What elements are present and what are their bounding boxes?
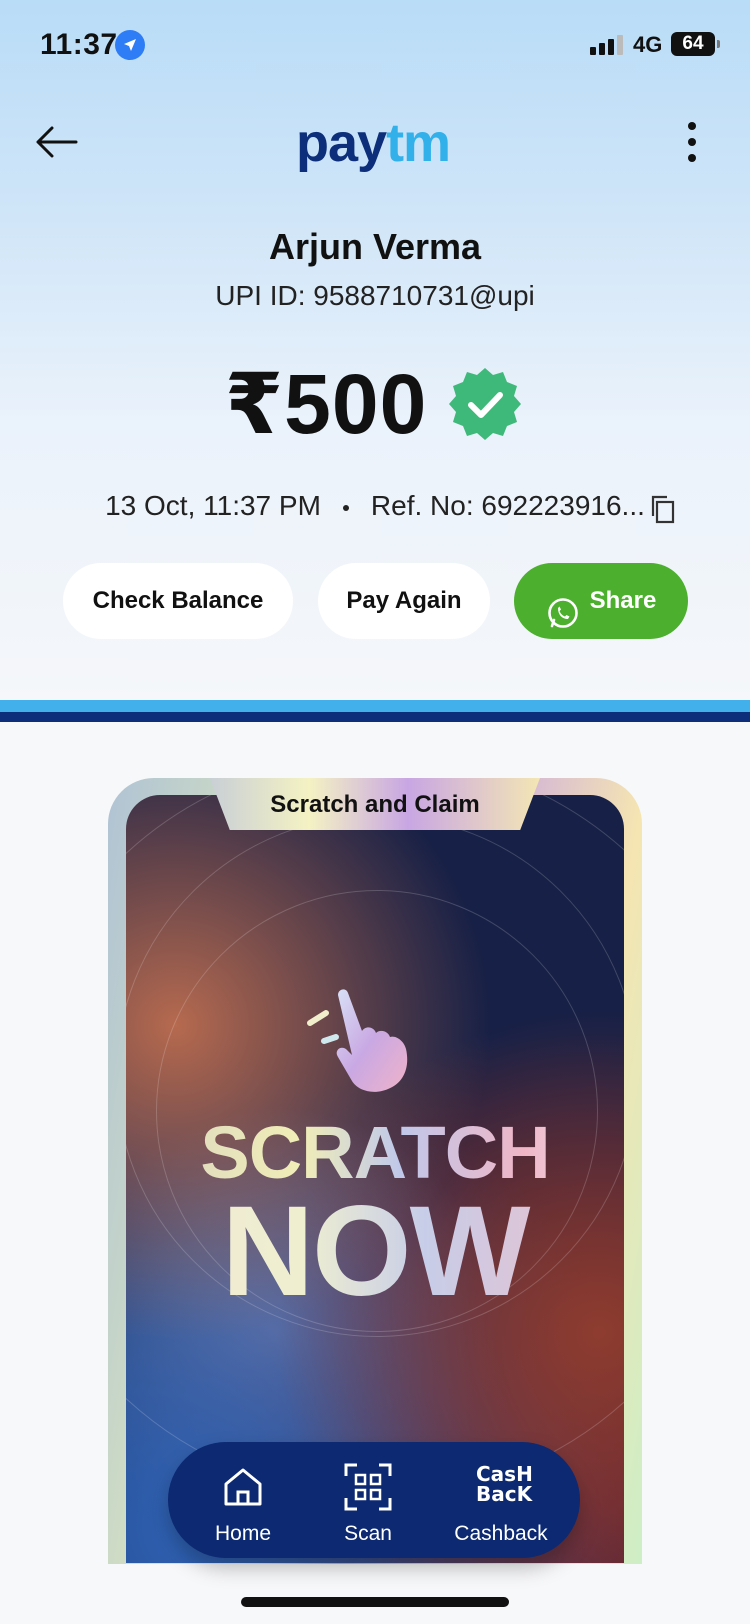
cashback-icon: CasH BacK xyxy=(476,1462,533,1506)
separator-dot xyxy=(342,504,349,511)
home-icon xyxy=(218,1462,268,1512)
nav-scan-label: Scan xyxy=(344,1522,392,1545)
divider-stripe xyxy=(0,700,750,712)
whatsapp-icon xyxy=(546,585,580,628)
reference-number: Ref. No: 692223916... xyxy=(370,490,645,521)
status-bar: 11:37 4G 64 xyxy=(0,0,750,90)
transaction-datetime: 13 Oct, 11:37 PM xyxy=(105,490,321,521)
nav-cashback-label: Cashback xyxy=(454,1522,548,1545)
bottom-nav-bar: Home Scan CasH BacK Cashback xyxy=(168,1442,580,1558)
now-headline: NOW xyxy=(126,1178,624,1325)
transaction-meta: 13 Oct, 11:37 PM Ref. No: 692223916... xyxy=(0,490,750,522)
payee-name: Arjun Verma xyxy=(268,226,482,267)
nav-scan[interactable]: Scan xyxy=(308,1442,428,1558)
nav-home-label: Home xyxy=(214,1522,272,1545)
pay-again-button[interactable]: Pay Again xyxy=(318,563,490,639)
share-label: Share xyxy=(589,587,657,614)
payee-upi-id: UPI ID: 9588710731@upi xyxy=(215,280,535,311)
scan-icon xyxy=(343,1462,393,1512)
network-type: 4G xyxy=(633,32,663,57)
share-button[interactable]: Share xyxy=(514,563,688,639)
copy-icon[interactable] xyxy=(650,494,676,524)
cellular-signal-icon xyxy=(590,35,626,55)
scratch-and-claim-tab: Scratch and Claim xyxy=(210,778,540,830)
more-options-icon[interactable] xyxy=(685,122,699,166)
status-time: 11:37 xyxy=(40,28,118,61)
payment-amount: ₹500 xyxy=(224,357,428,451)
paytm-logo: paytm xyxy=(296,113,451,173)
home-indicator[interactable] xyxy=(241,1597,509,1607)
check-balance-button[interactable]: Check Balance xyxy=(63,563,293,639)
battery-icon: 64 xyxy=(671,32,720,56)
amount-row: ₹500 xyxy=(0,355,750,453)
nav-home[interactable]: Home xyxy=(183,1442,303,1558)
tap-hand-icon xyxy=(300,985,430,1095)
divider-stripe xyxy=(0,712,750,722)
location-arrow-icon xyxy=(115,30,145,60)
nav-cashback[interactable]: CasH BacK Cashback xyxy=(436,1442,566,1558)
success-check-badge-icon xyxy=(445,364,525,444)
back-arrow-icon[interactable] xyxy=(32,122,82,162)
